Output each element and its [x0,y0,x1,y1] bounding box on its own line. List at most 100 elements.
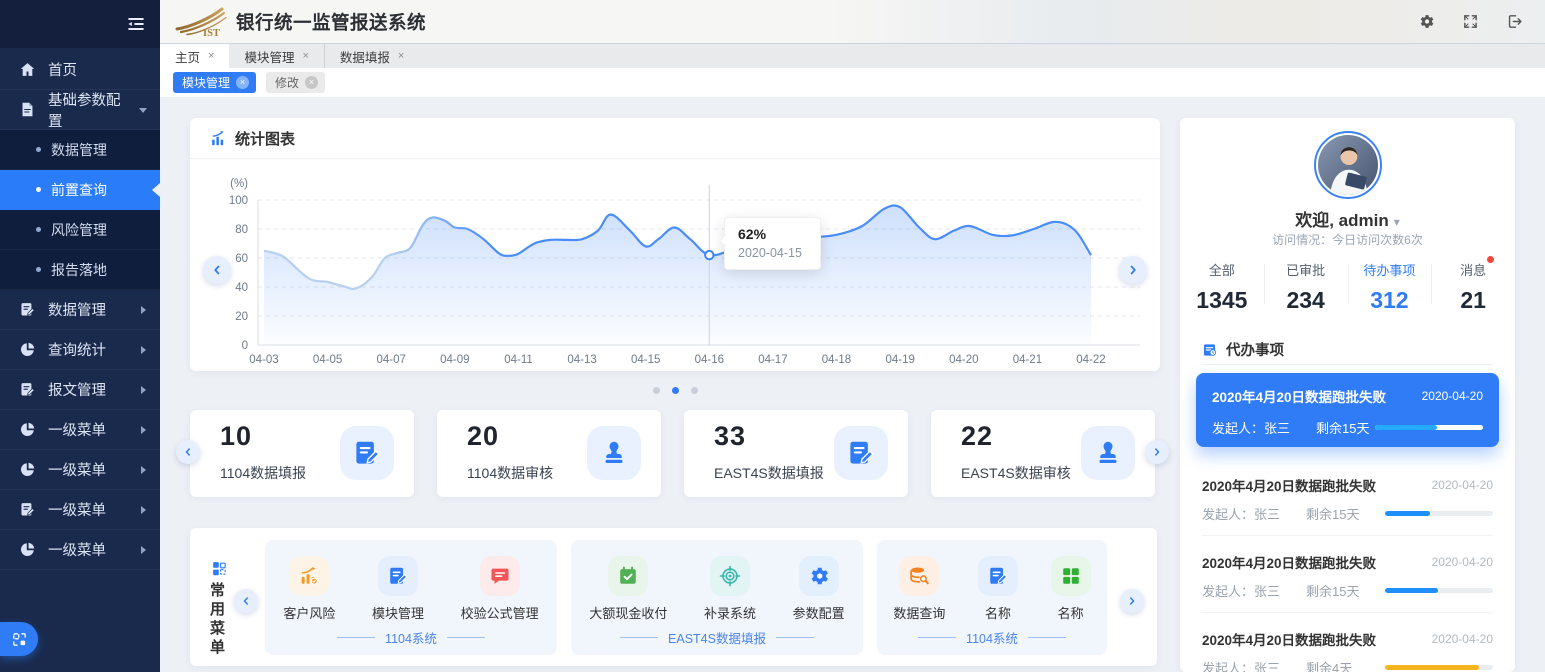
todo-item-1[interactable]: 2020年4月20日数据跑批失败2020-04-20 发起人：张三剩余15天 [1180,459,1515,535]
todo-list: 2020年4月20日数据跑批失败2020-04-20 发起人：张三剩余15天 2… [1180,367,1515,672]
logout-icon[interactable] [1506,13,1523,30]
sidebar-item-label: 一级菜单 [48,499,106,520]
pager-dot-0[interactable] [653,387,660,394]
app-logo: IST [174,6,228,38]
doc-edit-icon [378,556,418,596]
stat-label: 已审批 [1286,260,1325,279]
quick-item-1-0[interactable]: 大额现金收付 [589,556,667,622]
sidebar-header [0,0,160,48]
sidebar-item-7[interactable]: 一级菜单 [0,490,160,530]
chart-next-button[interactable] [1119,256,1147,284]
fullscreen-icon[interactable] [1462,13,1479,30]
sidebar-subitem-1[interactable]: 前置查询 [0,170,160,210]
caret-right-icon [138,465,148,475]
chart-pager-dots [632,387,718,394]
quick-item-1-2[interactable]: 参数配置 [793,556,845,622]
quick-item-1-1[interactable]: 补录系统 [704,556,756,622]
quick-item-label: 名称 [978,603,1018,622]
chart-growth-icon [289,556,329,596]
gear-icon[interactable] [1418,13,1435,30]
todo-item-2[interactable]: 2020年4月20日数据跑批失败2020-04-20 发起人：张三剩余15天 [1180,536,1515,612]
todo-item-0[interactable]: 2020年4月20日数据跑批失败2020-04-20 发起人：张三剩余15天 [1196,373,1499,447]
stamp-icon [587,426,641,480]
divider [1202,364,1493,365]
close-icon[interactable]: × [302,51,308,62]
theme-float-button[interactable] [0,622,38,656]
bullet-icon [36,187,41,192]
quick-menu-prev-button[interactable] [234,589,258,613]
sidebar-subitem-2[interactable]: 风险管理 [0,210,160,250]
sidebar-item-label: 首页 [48,59,77,80]
todo-item-3[interactable]: 2020年4月20日数据跑批失败2020-04-20 发起人：张三剩余4天 [1180,613,1515,672]
sidebar-subitem-3[interactable]: 报告落地 [0,250,160,290]
collapse-menu-icon[interactable] [125,13,147,35]
pager-dot-2[interactable] [691,387,698,394]
stat-value: 20 [467,421,499,452]
caret-right-icon [138,305,148,315]
todo-owner: 发起人：张三 [1202,658,1306,672]
doc-edit-icon [978,556,1018,596]
tab-label: 模块管理 [244,47,294,66]
file-icon [19,101,36,118]
target-icon [710,556,750,596]
progress-bar [1375,425,1483,430]
todo-date: 2020-04-20 [1432,555,1493,569]
sidebar-item-4[interactable]: 报文管理 [0,370,160,410]
stat-card-3[interactable]: 22 EAST4S数据审核 [931,410,1155,497]
quick-item-label: 校验公式管理 [461,603,539,622]
bullet-icon [36,227,41,232]
calendar-check-icon [608,556,648,596]
close-icon[interactable]: × [236,76,249,89]
tab-1[interactable]: 模块管理 × [229,44,323,68]
quick-menu-next-button[interactable] [1120,589,1144,613]
stat-cards-next-button[interactable] [1145,440,1169,464]
stat-label: 1104数据审核 [467,463,553,483]
profile-panel: 欢迎, admin▾ 访问情况：今日访问次数6次 全部 1345已审批 234待… [1180,118,1515,672]
filter-chip-1[interactable]: 修改× [266,72,325,93]
profile-stat-1[interactable]: 已审批 234 [1264,258,1348,314]
todo-list-icon [1202,342,1218,358]
sidebar-subitem-0[interactable]: 数据管理 [0,130,160,170]
close-icon[interactable]: × [208,51,214,62]
tab-2[interactable]: 数据填报× [324,44,419,68]
quick-item-0-2[interactable]: 校验公式管理 [461,556,539,622]
sidebar-item-1[interactable]: 基础参数配置 [0,90,160,130]
sidebar-item-8[interactable]: 一级菜单 [0,530,160,570]
sidebar-submenu: 数据管理 前置查询 风险管理 报告落地 [0,130,160,290]
sidebar-item-0[interactable]: 首页 [0,50,160,90]
app-title: 银行统一监管报送系统 [236,9,426,35]
stat-card-0[interactable]: 10 1104数据填报 [190,410,414,497]
stat-value: 312 [1348,287,1432,314]
tab-0[interactable]: 主页× [160,44,229,68]
stat-label: 全部 [1209,260,1235,279]
pie-icon [19,541,36,558]
welcome-text[interactable]: 欢迎, admin▾ [1180,206,1515,231]
home-icon [19,61,36,78]
quick-item-0-0[interactable]: 客户风险 [283,556,335,622]
todo-date: 2020-04-20 [1432,632,1493,646]
stat-cards-prev-button[interactable] [176,440,200,464]
bullet-icon [36,147,41,152]
chart-prev-button[interactable] [203,256,231,284]
close-icon[interactable]: × [398,51,404,62]
avatar[interactable] [1314,131,1382,199]
quick-item-2-2[interactable]: 名称 [1051,556,1091,622]
sidebar-item-2[interactable]: 数据管理 [0,290,160,330]
close-icon[interactable]: × [305,76,318,89]
quick-item-2-1[interactable]: 名称 [978,556,1018,622]
sidebar-item-5[interactable]: 一级菜单 [0,410,160,450]
profile-stat-2[interactable]: 待办事项 312 [1348,258,1432,314]
caret-right-icon [138,545,148,555]
svg-text:04-13: 04-13 [567,354,596,366]
quick-item-0-1[interactable]: 模块管理 [372,556,424,622]
profile-stat-0[interactable]: 全部 1345 [1180,258,1264,314]
sidebar-item-6[interactable]: 一级菜单 [0,450,160,490]
sidebar-item-3[interactable]: 查询统计 [0,330,160,370]
filter-chip-0[interactable]: 模块管理× [173,72,256,93]
quick-item-2-0[interactable]: 数据查询 [893,556,945,622]
stat-card-2[interactable]: 33 EAST4S数据填报 [684,410,908,497]
stat-card-1[interactable]: 20 1104数据审核 [437,410,661,497]
stamp-icon [1081,426,1135,480]
profile-stat-3[interactable]: 消息 21 [1431,258,1515,314]
pager-dot-1[interactable] [672,387,679,394]
